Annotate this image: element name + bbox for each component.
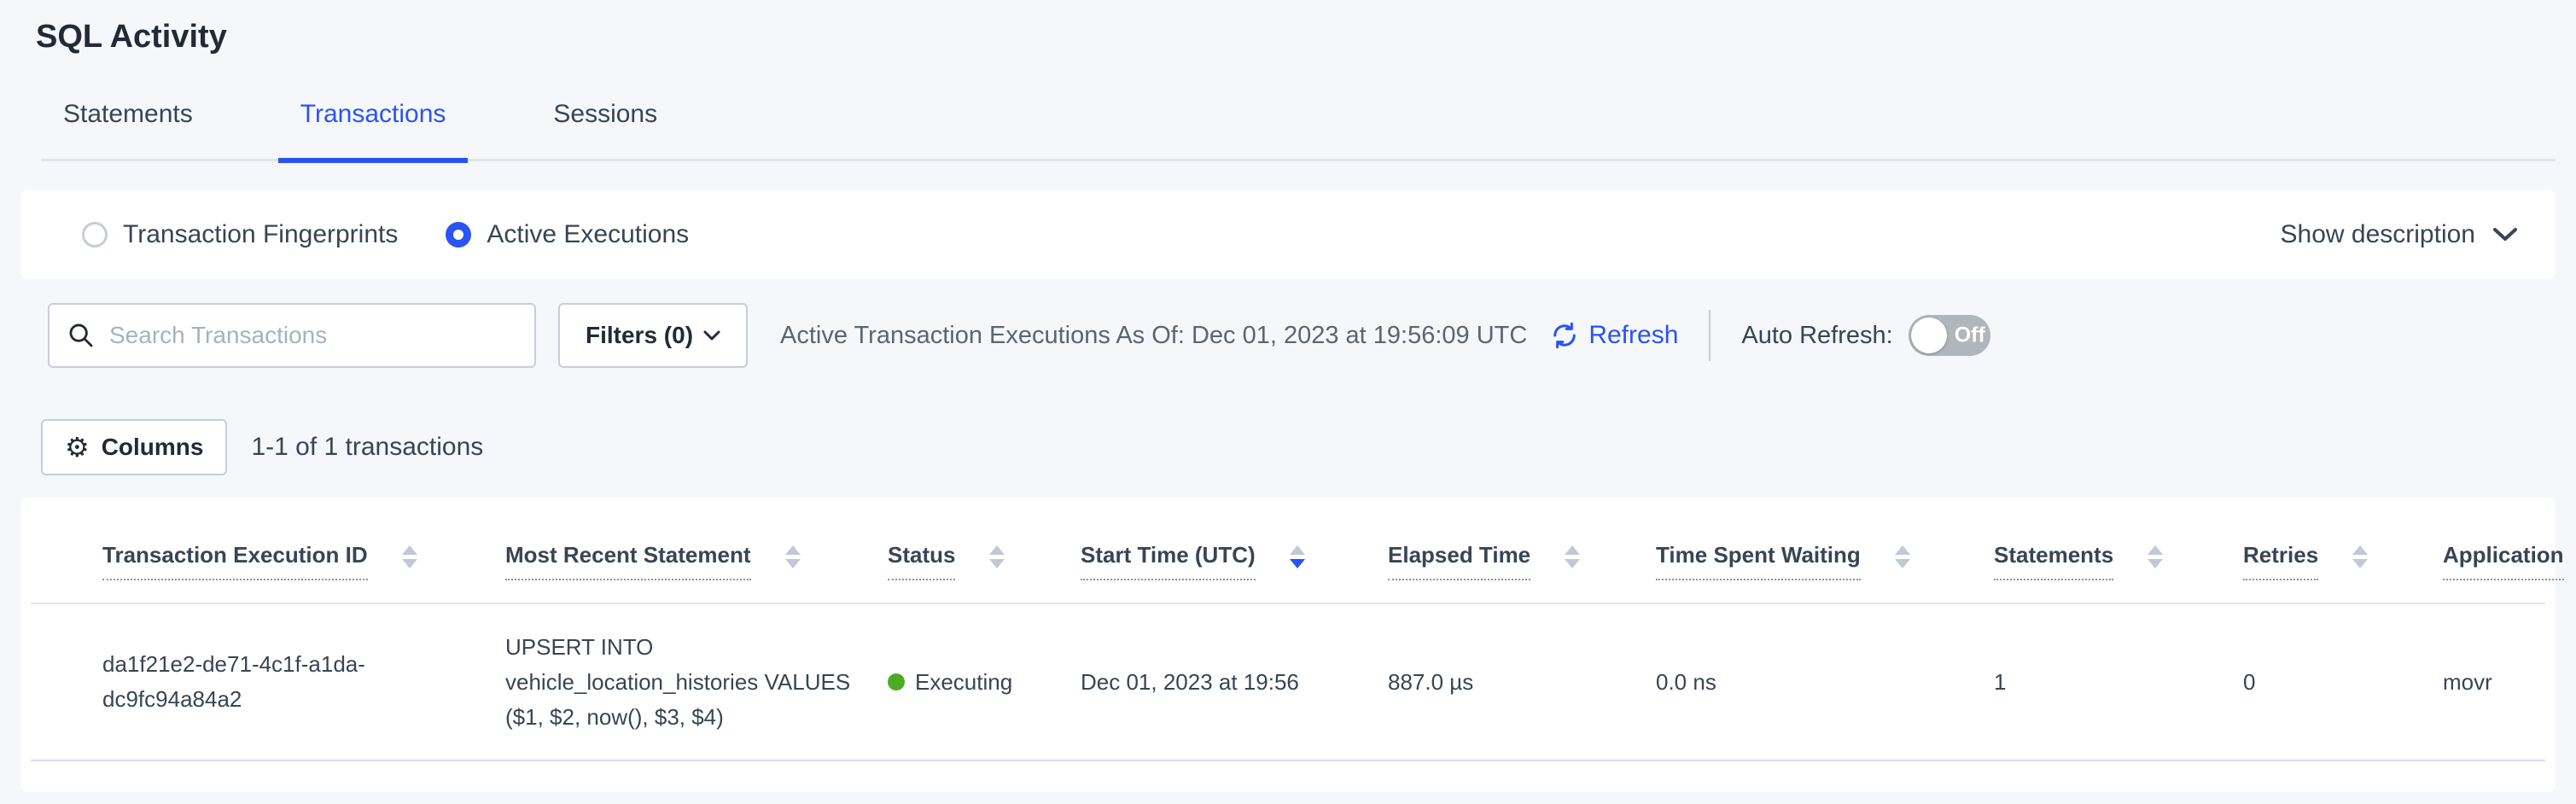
as-of-text: Active Transaction Executions As Of: Dec…: [780, 322, 1527, 350]
column-header-label[interactable]: Start Time (UTC): [1081, 542, 1256, 580]
refresh-icon: [1549, 320, 1580, 351]
status-executing-dot-icon: [888, 673, 905, 690]
search-box[interactable]: [48, 303, 536, 368]
cell-value: UPSERT INTO vehicle_location_histories V…: [505, 630, 864, 735]
columns-button[interactable]: ⚙ Columns: [41, 419, 227, 475]
cell-value: 0: [2243, 665, 2419, 700]
radio-unselected-icon[interactable]: [82, 222, 108, 248]
column-header-label[interactable]: Time Spent Waiting: [1656, 542, 1861, 580]
cell-transaction-execution-id[interactable]: da1f21e2-de71-4c1f-a1da-dc9fc94a84a2: [31, 603, 505, 760]
cell-value: Dec 01, 2023 at 19:56: [1081, 665, 1364, 700]
cell-value: 0.0 ns: [1656, 665, 1970, 700]
column-header-retries[interactable]: Retries: [2243, 498, 2443, 603]
chevron-down-icon: [703, 330, 720, 341]
sort-arrows-icon[interactable]: [2148, 545, 2163, 568]
toggle-state-label: Off: [1955, 323, 1985, 348]
sort-arrows-icon[interactable]: [2352, 545, 2368, 568]
cell-value: 887.0 µs: [1388, 665, 1632, 700]
cell-application: movr: [2443, 603, 2545, 760]
column-header-transaction-execution-id[interactable]: Transaction Execution ID: [31, 498, 505, 603]
column-header-elapsed-time[interactable]: Elapsed Time: [1388, 498, 1656, 603]
page-title: SQL Activity: [36, 19, 2576, 55]
sort-arrows-icon[interactable]: [1895, 545, 1910, 568]
cell-time-spent-waiting: 0.0 ns: [1656, 603, 1994, 760]
auto-refresh-label: Auto Refresh:: [1741, 322, 1892, 350]
chevron-down-icon: [2492, 227, 2518, 242]
sort-arrows-icon[interactable]: [1565, 545, 1580, 568]
controls-row: Filters (0) Active Transaction Execution…: [20, 303, 2556, 368]
filters-button[interactable]: Filters (0): [558, 303, 748, 368]
radio-selected-icon[interactable]: [446, 222, 471, 248]
cell-most-recent-statement: UPSERT INTO vehicle_location_histories V…: [505, 603, 888, 760]
tab-sessions[interactable]: Sessions: [531, 100, 679, 163]
table-row: da1f21e2-de71-4c1f-a1da-dc9fc94a84a2 UPSE…: [31, 603, 2545, 760]
sort-arrows-icon[interactable]: [785, 545, 801, 568]
cell-elapsed-time: 887.0 µs: [1388, 603, 1656, 760]
column-header-label[interactable]: Status: [888, 542, 955, 580]
column-header-application[interactable]: Application: [2443, 498, 2545, 603]
sort-arrows-icon[interactable]: [1290, 545, 1305, 568]
column-header-label[interactable]: Transaction Execution ID: [102, 542, 368, 580]
refresh-label: Refresh: [1588, 321, 1678, 350]
auto-refresh-toggle[interactable]: Off: [1909, 315, 1990, 356]
radio-label: Transaction Fingerprints: [123, 220, 398, 249]
column-header-label[interactable]: Application: [2443, 542, 2564, 580]
cell-status: Executing: [888, 603, 1081, 760]
radio-label: Active Executions: [487, 220, 689, 249]
column-header-label[interactable]: Retries: [2243, 542, 2318, 580]
vertical-divider: [1709, 310, 1711, 361]
search-icon: [67, 321, 96, 350]
show-description-label: Show description: [2281, 220, 2475, 249]
search-input[interactable]: [109, 322, 517, 349]
table-header-row: Transaction Execution ID Most Recent Stat…: [31, 498, 2545, 603]
table-toolbar: ⚙ Columns 1-1 of 1 transactions: [41, 419, 2556, 475]
radio-active-executions[interactable]: Active Executions: [446, 220, 689, 249]
column-header-start-time-utc[interactable]: Start Time (UTC): [1081, 498, 1388, 603]
radio-transaction-fingerprints[interactable]: Transaction Fingerprints: [82, 220, 398, 249]
view-mode-card: Transaction Fingerprints Active Executio…: [20, 190, 2556, 279]
columns-label: Columns: [102, 434, 204, 461]
tab-bar: Statements Transactions Sessions: [41, 100, 2556, 161]
toggle-knob-icon[interactable]: [1911, 318, 1947, 353]
refresh-button[interactable]: Refresh: [1549, 320, 1678, 351]
transactions-table-card: Transaction Execution ID Most Recent Stat…: [20, 498, 2556, 792]
column-header-label[interactable]: Statements: [1994, 542, 2113, 580]
sort-arrows-icon[interactable]: [989, 545, 1005, 568]
show-description-toggle[interactable]: Show description: [2281, 220, 2518, 249]
status-badge: Executing: [915, 665, 1012, 700]
cell-statements: 1: [1994, 603, 2243, 760]
cell-value: movr: [2443, 665, 2521, 700]
cell-retries: 0: [2243, 603, 2443, 760]
tab-transactions[interactable]: Transactions: [278, 100, 469, 163]
filters-label: Filters (0): [586, 322, 693, 349]
result-count: 1-1 of 1 transactions: [251, 433, 483, 462]
tab-statements[interactable]: Statements: [41, 100, 215, 163]
sort-arrows-icon[interactable]: [402, 545, 417, 568]
column-header-status[interactable]: Status: [888, 498, 1081, 603]
column-header-statements[interactable]: Statements: [1994, 498, 2243, 603]
column-header-most-recent-statement[interactable]: Most Recent Statement: [505, 498, 888, 603]
column-header-time-spent-waiting[interactable]: Time Spent Waiting: [1656, 498, 1994, 603]
table-body: da1f21e2-de71-4c1f-a1da-dc9fc94a84a2 UPSE…: [31, 603, 2545, 760]
column-header-label[interactable]: Most Recent Statement: [505, 542, 751, 580]
transactions-table: Transaction Execution ID Most Recent Stat…: [31, 498, 2545, 761]
gear-icon: ⚙: [65, 434, 90, 461]
cell-start-time: Dec 01, 2023 at 19:56: [1081, 603, 1388, 760]
column-header-label[interactable]: Elapsed Time: [1388, 542, 1530, 580]
cell-value: 1: [1994, 665, 2219, 700]
cell-value[interactable]: da1f21e2-de71-4c1f-a1da-dc9fc94a84a2: [102, 647, 469, 717]
